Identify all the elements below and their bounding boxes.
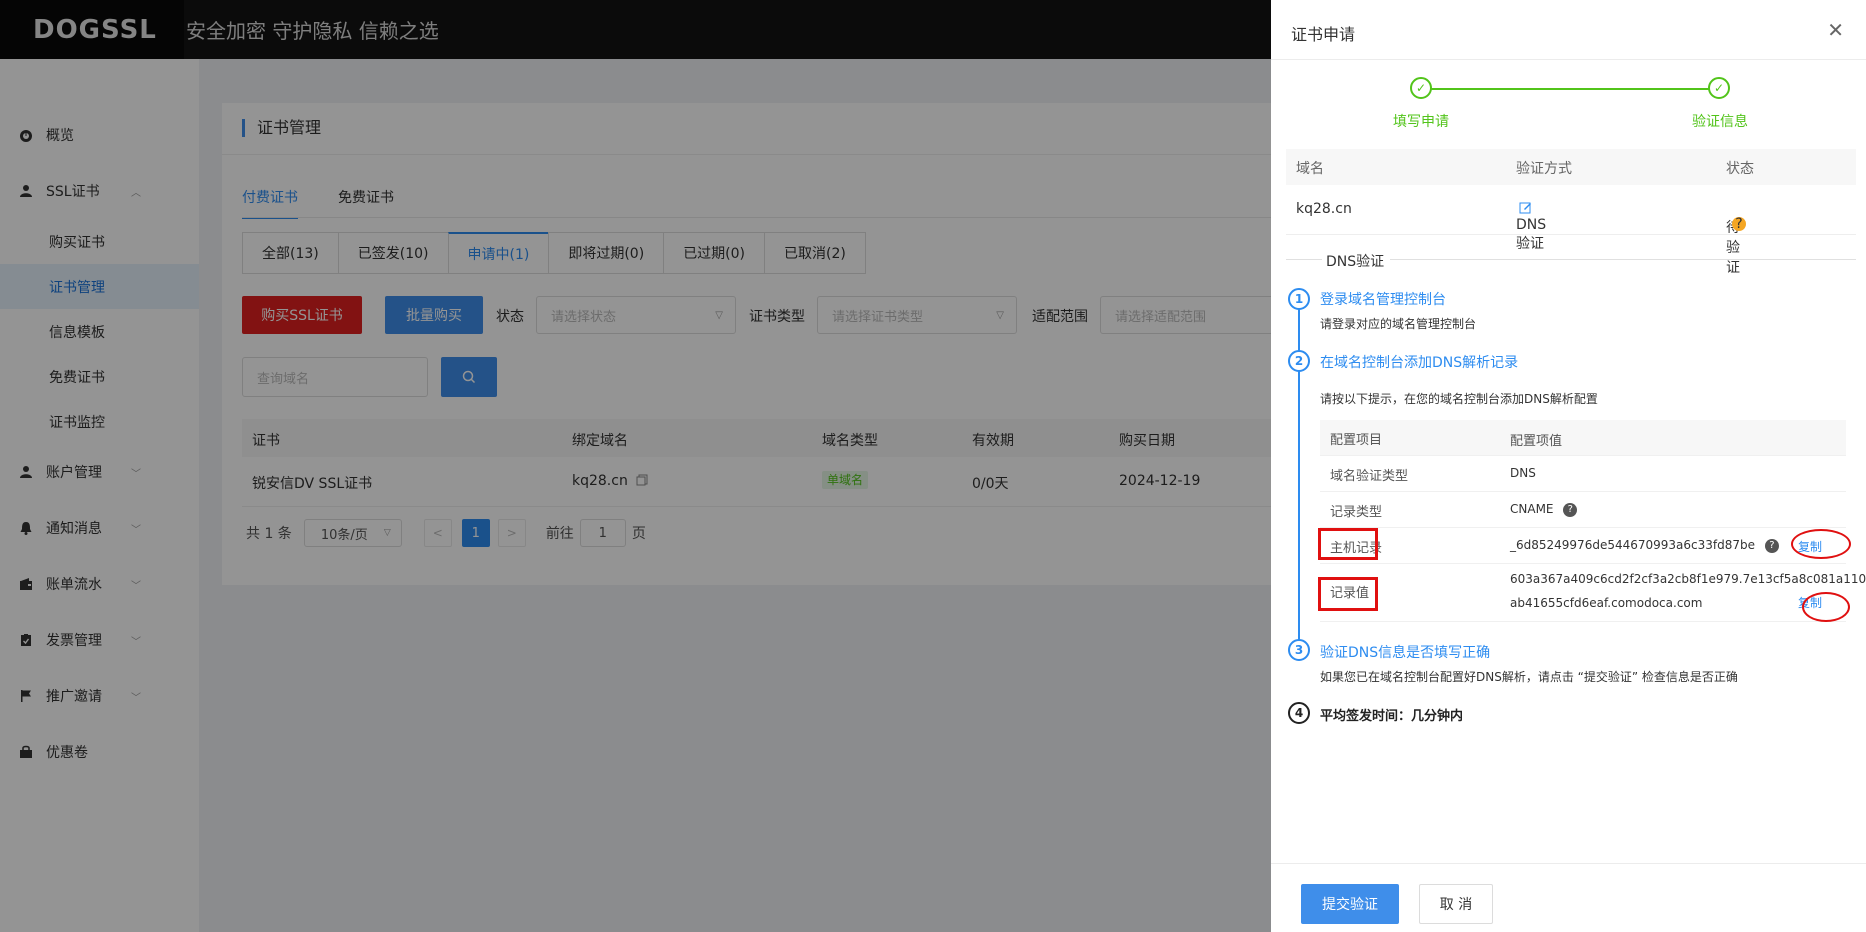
cfg-header-key: 配置项目 — [1330, 433, 1383, 448]
step1-desc: 请登录对应的域名管理控制台 — [1320, 317, 1477, 331]
cfg-value-cell: _6d85249976de544670993a6c33fd87be ? — [1510, 538, 1779, 553]
th-domain: 域名 — [1296, 161, 1324, 177]
step-number-2: 2 — [1288, 350, 1310, 372]
annotation-oval — [1791, 529, 1851, 559]
question-icon[interactable]: ? — [1563, 502, 1578, 517]
step3-title[interactable]: 验证DNS信息是否填写正确 — [1320, 642, 1490, 662]
check-icon: ✓ — [1708, 77, 1730, 99]
th-status: 状态 — [1726, 161, 1754, 177]
th-method: 验证方式 — [1516, 161, 1572, 177]
cfg-key: 域名验证类型 — [1330, 469, 1409, 484]
step2-title[interactable]: 在域名控制台添加DNS解析记录 — [1320, 352, 1518, 372]
step2-desc: 请按以下提示，在您的域名控制台添加DNS解析配置 — [1320, 392, 1598, 406]
edit-icon[interactable] — [1519, 201, 1532, 214]
cfg-row: 记录值 603a367a409c6cd2f2cf3a2cb8f1e979.7e1… — [1320, 564, 1866, 622]
divider — [1286, 259, 1322, 260]
cfg-header: 配置项目 配置项值 — [1320, 420, 1846, 456]
progress-line — [1425, 88, 1709, 90]
method-cell: DNS验证 — [1516, 201, 1546, 252]
domain-value: kq28.cn — [1296, 201, 1352, 217]
modal-overlay[interactable] — [0, 0, 1271, 932]
divider — [1390, 259, 1856, 260]
domain-row: kq28.cn DNS验证 待验证 ? — [1286, 185, 1856, 276]
step4-title: 平均签发时间：几分钟内 — [1320, 709, 1464, 724]
cfg-row: 记录类型 CNAME ? — [1320, 492, 1846, 528]
domain-table-header: 域名 验证方式 状态 — [1286, 149, 1856, 185]
dns-section-title: DNS验证 — [1326, 254, 1385, 270]
cert-apply-drawer: 证书申请 ✕ ✓ ✓ 填写申请 验证信息 域名 验证方式 状态 kq28.cn … — [1271, 0, 1866, 932]
step-number-4: 4 — [1288, 702, 1310, 724]
step-verify-label: 验证信息 — [1692, 114, 1748, 130]
close-icon[interactable]: ✕ — [1827, 20, 1844, 40]
step1-title[interactable]: 登录域名管理控制台 — [1320, 289, 1446, 309]
dns-config-table: 配置项目 配置项值 域名验证类型 DNS 记录类型 CNAME ? 主机记录 _… — [1320, 420, 1866, 622]
cfg-value: CNAME — [1510, 502, 1554, 516]
cancel-button[interactable]: 取 消 — [1419, 884, 1493, 924]
divider — [1271, 863, 1866, 864]
step-fill-label: 填写申请 — [1393, 114, 1449, 130]
cfg-value: _6d85249976de544670993a6c33fd87be — [1510, 538, 1756, 552]
cfg-header-value: 配置项值 — [1510, 434, 1563, 449]
cfg-value-line1: 603a367a409c6cd2f2cf3a2cb8f1e979.7e13cf5… — [1510, 572, 1866, 586]
question-icon[interactable]: ? — [1764, 538, 1779, 553]
divider — [1271, 59, 1866, 60]
cfg-row: 域名验证类型 DNS — [1320, 456, 1846, 492]
cfg-value: DNS — [1510, 466, 1536, 480]
submit-verify-button[interactable]: 提交验证 — [1301, 884, 1399, 924]
annotation-oval — [1802, 592, 1850, 622]
drawer-title: 证书申请 — [1291, 25, 1356, 44]
method-value: DNS验证 — [1516, 217, 1547, 252]
annotation-box — [1318, 528, 1378, 560]
step-number-3: 3 — [1288, 639, 1310, 661]
cfg-row: 主机记录 _6d85249976de544670993a6c33fd87be ?… — [1320, 528, 1846, 564]
annotation-box — [1318, 577, 1378, 611]
cfg-value-cell: CNAME ? — [1510, 502, 1578, 517]
question-icon[interactable]: ? — [1732, 216, 1746, 232]
step3-desc: 如果您已在域名控制台配置好DNS解析，请点击 “提交验证” 检查信息是否正确 — [1320, 670, 1738, 684]
check-icon: ✓ — [1410, 77, 1432, 99]
step-number-1: 1 — [1288, 288, 1310, 310]
cfg-value-line2: ab41655cfd6eaf.comodoca.com — [1510, 596, 1703, 610]
cfg-key: 记录类型 — [1330, 505, 1383, 520]
